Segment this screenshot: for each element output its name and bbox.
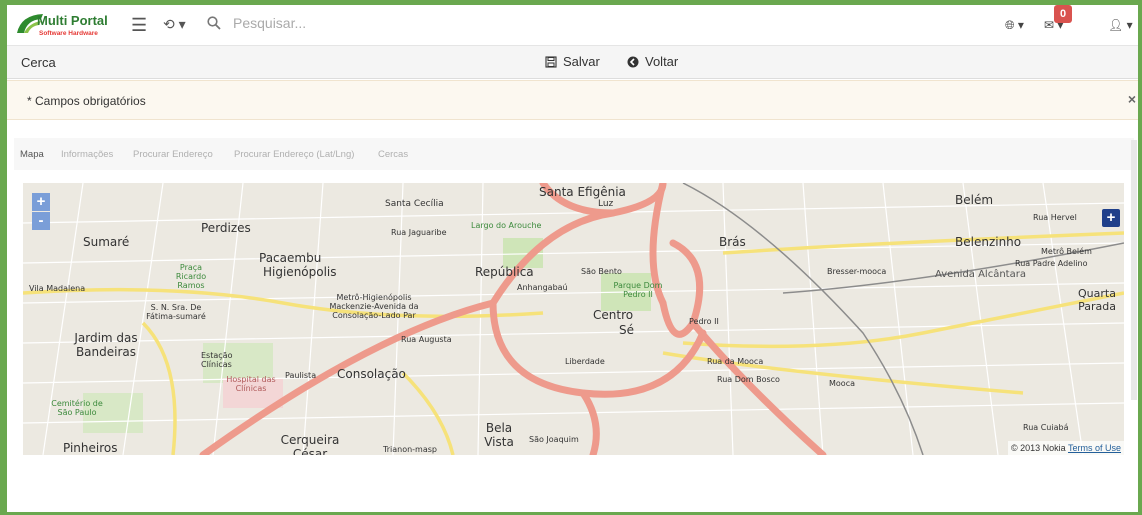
tab-procurar-endereco-latlng[interactable]: Procurar Endereço (Lat/Lng) bbox=[234, 149, 354, 160]
tab-bar: Mapa Informações Procurar Endereço Procu… bbox=[14, 138, 1134, 170]
map-label: Hospital das Clínicas bbox=[226, 375, 276, 393]
map-label: Metrô-Higienópolis Mackenzie-Avenida da … bbox=[329, 293, 419, 320]
history-dropdown-icon[interactable]: ⟲ ▾ bbox=[163, 16, 186, 33]
map-label: São Bento bbox=[581, 267, 622, 276]
required-fields-alert: * Campos obrigatórios × bbox=[7, 80, 1138, 120]
hamburger-menu-icon[interactable]: ☰ bbox=[131, 15, 147, 36]
map-label: Consolação bbox=[337, 367, 406, 381]
map-label: Santa Efigênia bbox=[539, 185, 626, 199]
map-label: Vila Madalena bbox=[29, 284, 86, 293]
map-label: Praça Ricardo Ramos bbox=[175, 263, 207, 290]
map-label: Sumaré bbox=[83, 235, 130, 249]
close-icon[interactable]: × bbox=[1128, 91, 1136, 107]
map-label: Centro bbox=[593, 308, 634, 322]
map-label: República bbox=[475, 265, 534, 279]
map-label: Liberdade bbox=[565, 357, 605, 366]
map-label: Santa Cecília bbox=[385, 199, 444, 209]
tab-procurar-endereco[interactable]: Procurar Endereço bbox=[133, 149, 213, 160]
map-label: Perdizes bbox=[201, 221, 251, 235]
map-view[interactable]: Santa Efigênia Luz Belém Santa Cecília P… bbox=[23, 183, 1124, 455]
map-label: Higienópolis bbox=[263, 265, 337, 279]
map-label: Rua da Mooca bbox=[707, 357, 764, 366]
user-menu-icon[interactable]: 👤︎ ▾ bbox=[1108, 18, 1133, 32]
brand-name: Multi Portal bbox=[37, 13, 108, 28]
map-label: Pacaembu bbox=[259, 251, 322, 265]
map-label: Bresser-mooca bbox=[827, 267, 887, 276]
map-label: Avenida Alcântara bbox=[935, 269, 1026, 280]
terms-of-use-link[interactable]: Terms of Use bbox=[1068, 443, 1121, 453]
page-toolbar: Cerca Salvar Voltar bbox=[7, 46, 1138, 79]
map-label: Rua Dom Bosco bbox=[717, 375, 780, 384]
back-button-label: Voltar bbox=[645, 54, 679, 69]
tab-cercas[interactable]: Cercas bbox=[378, 149, 408, 160]
map-zoom-controls: + - bbox=[32, 193, 50, 231]
map-label: Metrô Belém bbox=[1041, 247, 1092, 256]
map-copyright: © 2013 Nokia bbox=[1010, 443, 1066, 453]
save-button[interactable]: Salvar bbox=[545, 54, 600, 69]
map-label: Belenzinho bbox=[955, 235, 1022, 249]
map-label: Pedro II bbox=[689, 317, 719, 326]
page-scrollbar[interactable] bbox=[1131, 140, 1137, 400]
map-label: Rua Padre Adelino bbox=[1015, 259, 1088, 268]
map-label: Luz bbox=[598, 199, 614, 209]
map-label: Jardim das Bandeiras bbox=[74, 331, 138, 359]
map-label: Rua Augusta bbox=[401, 335, 452, 344]
back-button[interactable]: Voltar bbox=[627, 54, 678, 69]
alert-text: * Campos obrigatórios bbox=[27, 94, 146, 108]
floppy-disk-icon bbox=[545, 55, 557, 68]
page-title: Cerca bbox=[21, 55, 56, 70]
search-bar bbox=[207, 14, 455, 32]
map-label: Rua Hervel bbox=[1033, 213, 1077, 222]
map-label: Brás bbox=[719, 235, 746, 249]
map-label: Belém bbox=[955, 193, 994, 207]
brand-tagline: Software Hardware bbox=[39, 30, 98, 37]
map-label: Trianon-masp bbox=[383, 445, 437, 454]
map-attribution: © 2013 Nokia Terms of Use bbox=[1007, 441, 1124, 455]
map-label: São Joaquim bbox=[529, 435, 579, 444]
map-label: Sé bbox=[619, 323, 634, 337]
zoom-out-button[interactable]: - bbox=[32, 212, 50, 230]
zoom-in-button[interactable]: + bbox=[32, 193, 50, 211]
back-arrow-circle-icon bbox=[627, 56, 639, 67]
brand-logo[interactable]: Multi Portal Software Hardware bbox=[15, 11, 113, 39]
map-label: Paulista bbox=[285, 371, 317, 380]
top-navbar: Multi Portal Software Hardware ☰ ⟲ ▾ 🌐︎ … bbox=[7, 5, 1138, 46]
map-label: Bela Vista bbox=[484, 421, 514, 449]
tab-mapa[interactable]: Mapa bbox=[20, 149, 44, 160]
map-label: Rua Cuiabá bbox=[1023, 423, 1069, 432]
map-label: Cemitério de São Paulo bbox=[51, 399, 103, 417]
map-label: Estação Clínicas bbox=[201, 351, 233, 369]
search-input[interactable] bbox=[231, 14, 455, 32]
map-label: Mooca bbox=[829, 379, 855, 388]
map-label: Anhangabaú bbox=[517, 283, 568, 292]
language-globe-icon[interactable]: 🌐︎ ▾ bbox=[1005, 18, 1024, 33]
map-label: Parque Dom Pedro II bbox=[613, 281, 663, 299]
tab-informacoes[interactable]: Informações bbox=[61, 149, 113, 160]
map-label: Quarta Parada bbox=[1078, 287, 1116, 313]
window-frame-right bbox=[1138, 0, 1142, 515]
map-label: Rua Jaguaribe bbox=[391, 228, 447, 237]
search-icon bbox=[207, 16, 221, 30]
window-frame-left bbox=[0, 0, 7, 515]
notification-badge: 0 bbox=[1054, 5, 1072, 23]
map-label: Cerqueira César bbox=[280, 433, 340, 455]
map-label: Largo do Arouche bbox=[471, 221, 542, 230]
map-label: S. N. Sra. De Fátima-sumaré bbox=[146, 303, 206, 321]
map-label: Pinheiros bbox=[63, 441, 118, 455]
save-button-label: Salvar bbox=[563, 54, 600, 69]
map-expand-button[interactable]: + bbox=[1102, 209, 1120, 227]
